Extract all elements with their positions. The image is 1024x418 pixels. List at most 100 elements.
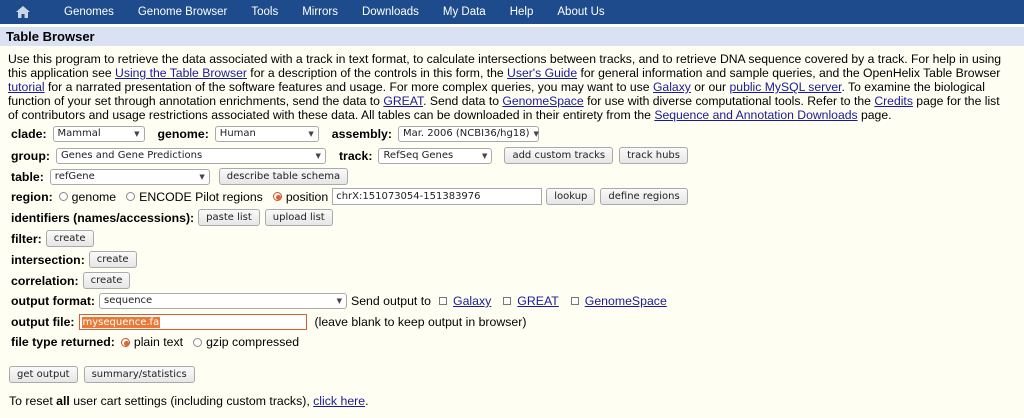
group-value: Genes and Gene Predictions — [60, 149, 203, 161]
reset-text: . — [365, 394, 369, 408]
track-value: RefSeq Genes — [383, 149, 454, 161]
region-encode-label: ENCODE Pilot regions — [139, 189, 263, 204]
reset-text-bold: all — [56, 394, 70, 408]
link-great[interactable]: GREAT — [383, 94, 423, 108]
assembly-label: assembly: — [331, 127, 392, 141]
output-format-select[interactable]: sequence ▼ — [99, 293, 348, 309]
send-galaxy-link[interactable]: Galaxy — [453, 294, 491, 308]
link-downloads[interactable]: Sequence and Annotation Downloads — [654, 108, 857, 122]
output-file-hint: (leave blank to keep output in browser) — [314, 315, 527, 329]
link-users-guide[interactable]: User's Guide — [507, 66, 577, 80]
file-gzip-label: gzip compressed — [206, 335, 300, 349]
reset-text: To reset — [9, 394, 57, 408]
output-file-row: output file: mysequence.fa (leave blank … — [11, 314, 526, 330]
file-type-row: file type returned: plain text gzip comp… — [11, 335, 299, 349]
lookup-button[interactable]: lookup — [546, 188, 596, 205]
intro-text-part: . Send data to — [423, 94, 503, 108]
chevron-down-icon: ▼ — [482, 151, 488, 160]
intro-text-part: for use with diverse computational tools… — [583, 94, 875, 108]
clade-value: Mammal — [57, 128, 101, 139]
correlation-label: correlation: — [11, 273, 79, 288]
link-using-table-browser[interactable]: Using the Table Browser — [115, 66, 247, 80]
define-regions-button[interactable]: define regions — [600, 188, 688, 205]
table-label: table: — [11, 169, 44, 184]
chevron-down-icon: ▼ — [308, 130, 314, 138]
get-output-button[interactable]: get output — [9, 366, 78, 383]
correlation-row: correlation: create — [11, 272, 131, 289]
chevron-down-icon: ▼ — [336, 297, 343, 305]
link-galaxy[interactable]: Galaxy — [653, 80, 691, 94]
filter-create-button[interactable]: create — [45, 230, 94, 247]
summary-statistics-button[interactable]: summary/statistics — [83, 366, 195, 383]
region-row: region: genome ENCODE Pilot regions posi… — [11, 188, 688, 205]
file-gzip-radio[interactable] — [193, 337, 203, 347]
upload-list-button[interactable]: upload list — [264, 209, 333, 226]
nav-help[interactable]: Help — [498, 0, 546, 24]
output-format-label: output format: — [11, 294, 96, 308]
assembly-value: Mar. 2006 (NCBI36/hg18) — [402, 128, 530, 139]
home-icon[interactable] — [0, 0, 46, 24]
nav-genomes[interactable]: Genomes — [52, 0, 126, 24]
table-select[interactable]: refGene ▼ — [49, 168, 210, 185]
genome-label: genome: — [157, 127, 209, 141]
send-genomespace-checkbox[interactable] — [570, 297, 579, 305]
correlation-create-button[interactable]: create — [82, 272, 131, 289]
group-select[interactable]: Genes and Gene Predictions ▼ — [55, 147, 326, 164]
send-genomespace-link[interactable]: GenomeSpace — [585, 294, 667, 308]
genome-value: Human — [219, 128, 256, 139]
identifiers-row: identifiers (names/accessions): paste li… — [11, 209, 333, 226]
region-position-radio[interactable] — [272, 192, 282, 201]
file-plain-radio[interactable] — [120, 337, 130, 347]
reset-text: user cart settings (including custom tra… — [69, 394, 314, 408]
position-input[interactable]: chrX:151073054-151383976 — [332, 188, 543, 205]
paste-list-button[interactable]: paste list — [198, 209, 260, 226]
describe-table-schema-button[interactable]: describe table schema — [218, 168, 349, 185]
genome-select[interactable]: Human ▼ — [214, 126, 319, 142]
region-label: region: — [11, 189, 53, 204]
clade-label: clade: — [11, 127, 47, 141]
action-row: get output summary/statistics — [9, 366, 195, 383]
track-select[interactable]: RefSeq Genes ▼ — [378, 147, 493, 164]
top-navigation: Genomes Genome Browser Tools Mirrors Dow… — [0, 0, 1024, 24]
region-genome-radio[interactable] — [58, 192, 68, 201]
send-galaxy-checkbox[interactable] — [439, 297, 448, 305]
table-row: table: refGene ▼ describe table schema — [11, 168, 349, 185]
nav-my-data[interactable]: My Data — [431, 0, 498, 24]
link-tutorial[interactable]: tutorial — [8, 80, 45, 94]
clade-select[interactable]: Mammal ▼ — [52, 126, 145, 142]
chevron-down-icon: ▼ — [134, 130, 140, 138]
track-label: track: — [338, 148, 373, 163]
region-genome-label: genome — [71, 189, 117, 204]
output-file-input[interactable]: mysequence.fa — [78, 314, 307, 330]
send-great-checkbox[interactable] — [503, 297, 512, 305]
nav-downloads[interactable]: Downloads — [350, 0, 431, 24]
link-credits[interactable]: Credits — [874, 94, 913, 108]
intro-text: Use this program to retrieve the data as… — [0, 46, 1020, 122]
nav-genome-browser[interactable]: Genome Browser — [126, 0, 239, 24]
nav-mirrors[interactable]: Mirrors — [290, 0, 350, 24]
nav-about-us[interactable]: About Us — [545, 0, 616, 24]
assembly-select[interactable]: Mar. 2006 (NCBI36/hg18) ▼ — [397, 126, 539, 142]
intro-text-part: or our — [690, 80, 730, 94]
chevron-down-icon: ▼ — [315, 151, 321, 160]
link-public-mysql[interactable]: public MySQL server — [730, 80, 842, 94]
intro-text-part: for a narrated presentation of the softw… — [44, 80, 653, 94]
file-type-label: file type returned: — [11, 335, 115, 349]
intro-text-part: for general information and sample queri… — [577, 66, 1001, 80]
group-row: group: Genes and Gene Predictions ▼ track… — [11, 147, 688, 164]
track-hubs-button[interactable]: track hubs — [619, 147, 688, 164]
output-format-row: output format: sequence ▼ Send output to … — [11, 293, 667, 309]
reset-note: To reset all user cart settings (includi… — [9, 394, 369, 408]
region-position-label: position — [285, 189, 329, 204]
region-encode-radio[interactable] — [126, 192, 136, 201]
intersection-label: intersection: — [11, 252, 85, 267]
add-custom-tracks-button[interactable]: add custom tracks — [504, 147, 614, 164]
link-genomespace[interactable]: GenomeSpace — [502, 94, 583, 108]
output-file-value: mysequence.fa — [81, 316, 161, 328]
send-great-link[interactable]: GREAT — [517, 294, 558, 308]
nav-tools[interactable]: Tools — [239, 0, 290, 24]
intersection-create-button[interactable]: create — [88, 251, 137, 268]
chevron-down-icon: ▼ — [199, 172, 205, 181]
reset-click-here-link[interactable]: click here — [313, 394, 365, 408]
file-plain-label: plain text — [133, 335, 184, 349]
